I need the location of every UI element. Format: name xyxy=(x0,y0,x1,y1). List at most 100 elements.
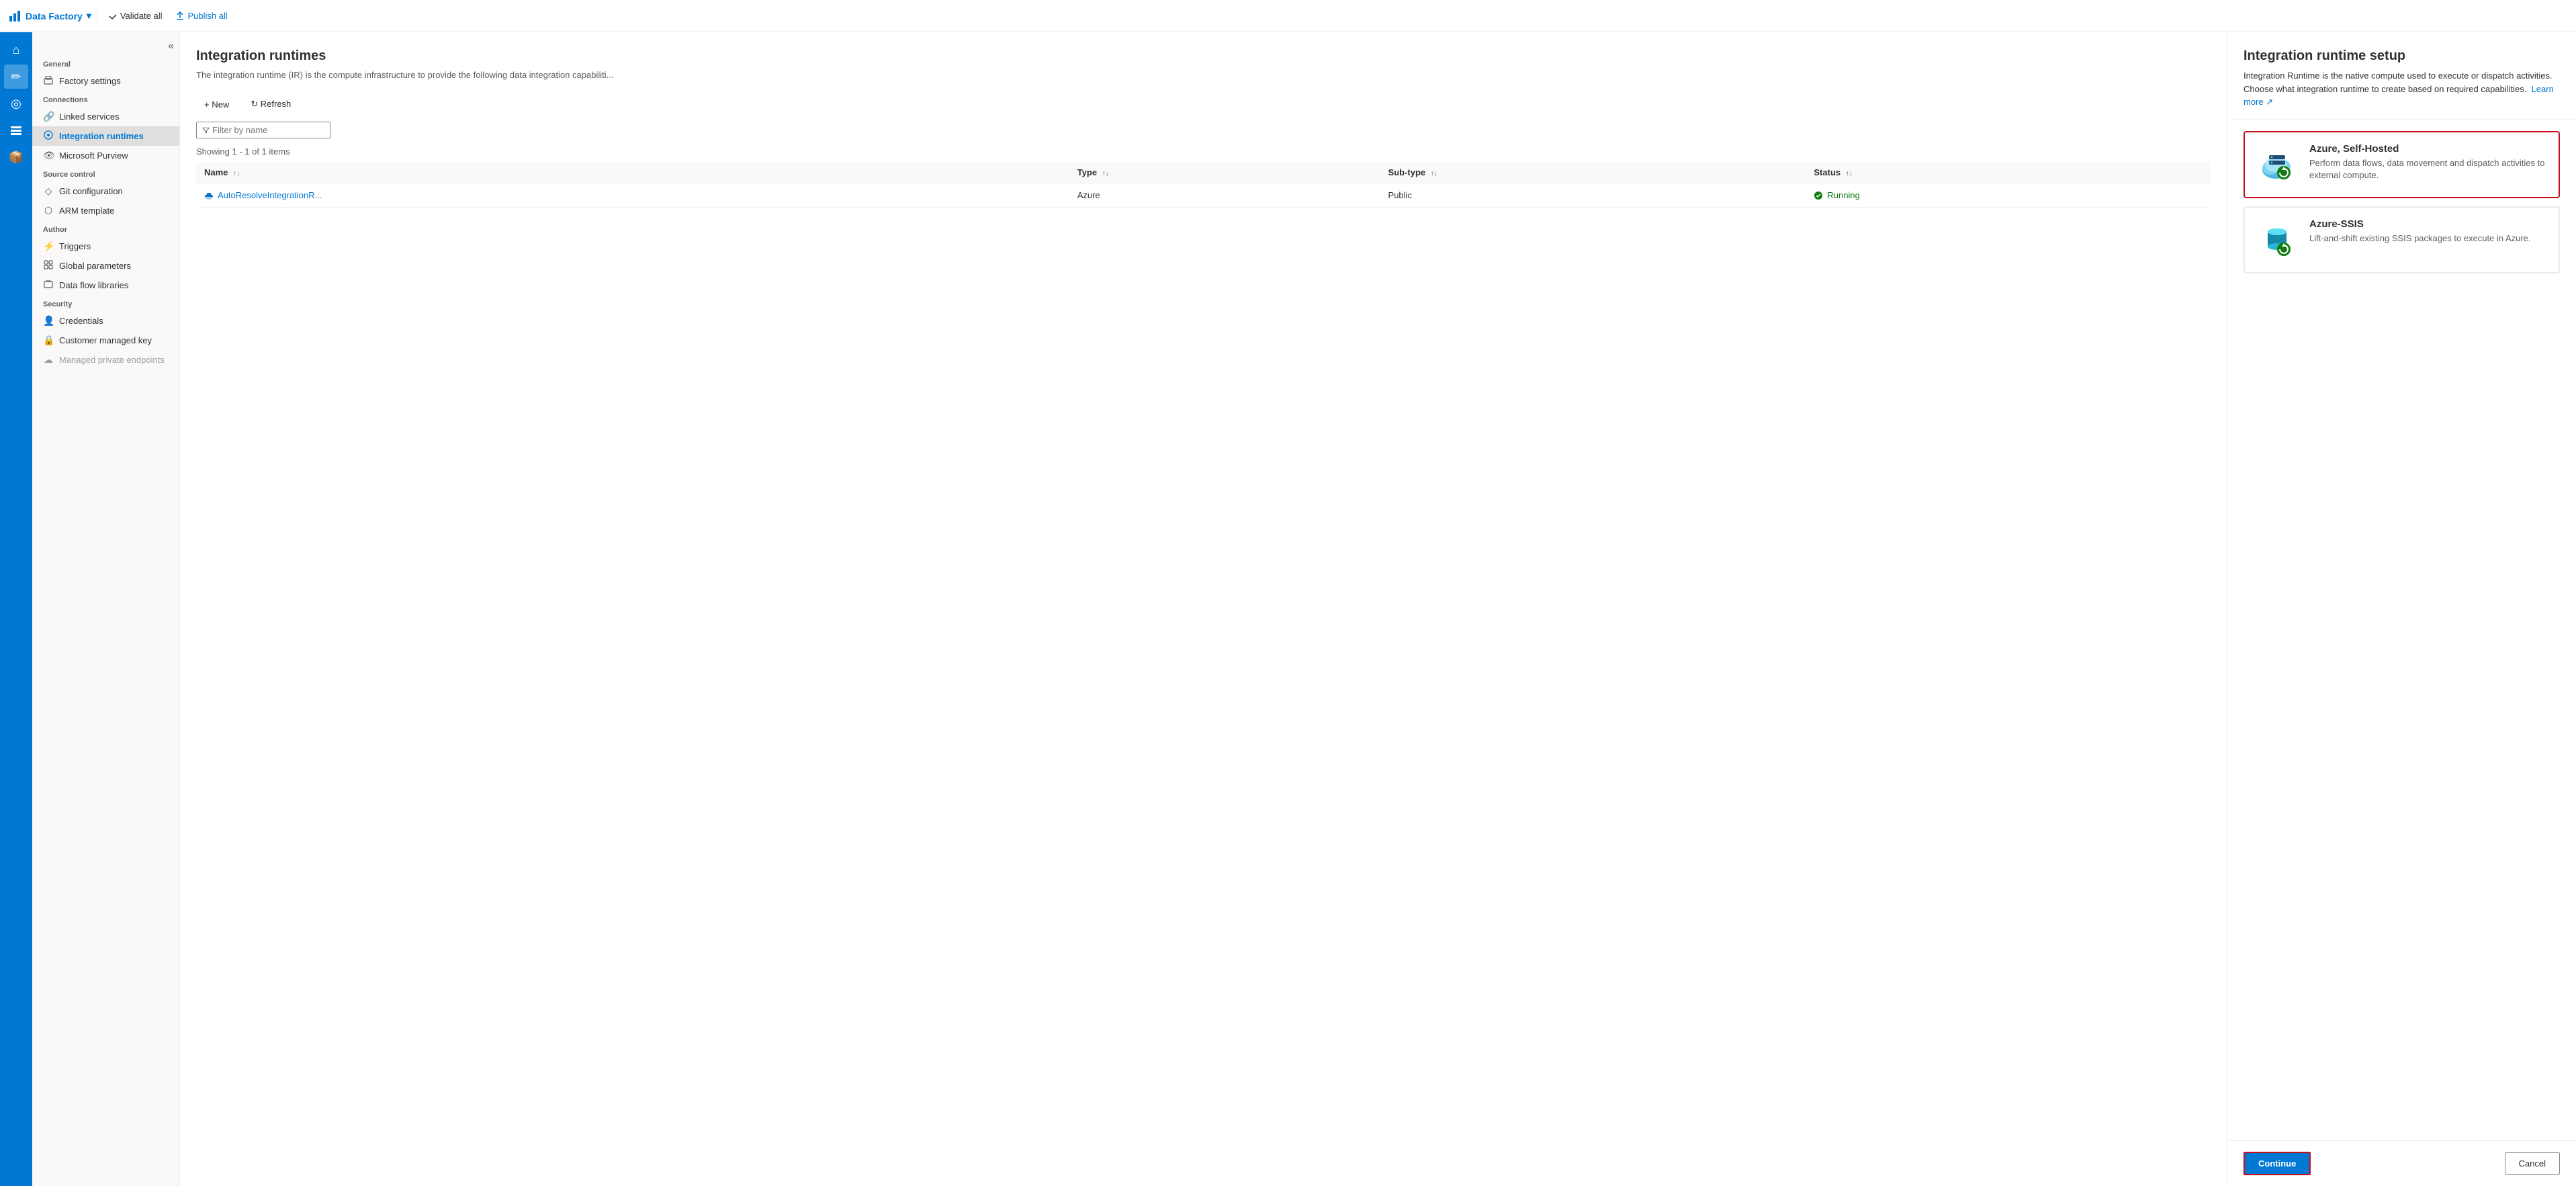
ir-option-azure-self-hosted[interactable]: Azure, Self-Hosted Perform data flows, d… xyxy=(2244,131,2560,198)
sidebar-item-triggers[interactable]: ⚡ Triggers xyxy=(32,237,179,256)
sidebar-item-managed-private-endpoints: ☁ Managed private endpoints xyxy=(32,350,179,370)
credentials-label: Credentials xyxy=(59,316,103,326)
top-bar-left: Data Factory ▾ Validate all Publish all xyxy=(8,8,233,24)
ir-name-link[interactable]: AutoResolveIntegrationR... xyxy=(204,190,1061,200)
linked-services-label: Linked services xyxy=(59,112,120,122)
validate-label: Validate all xyxy=(120,11,163,21)
filter-box[interactable] xyxy=(196,122,330,138)
sidebar-section-source-control: Source control xyxy=(32,165,179,181)
azure-ir-icon xyxy=(204,191,214,200)
publish-label: Publish all xyxy=(187,11,227,21)
brand-chevron: ▾ xyxy=(87,10,91,22)
main-layout: ⌂ ✏ ◎ 📦 « General Factory settings Conne… xyxy=(0,32,2576,1186)
right-panel-title: Integration runtime setup xyxy=(2244,48,2560,64)
rail-deploy-icon[interactable]: 📦 xyxy=(4,145,28,169)
sidebar-section-author: Author xyxy=(32,220,179,237)
global-params-svg xyxy=(44,260,53,269)
row-type-cell: Azure xyxy=(1069,183,1380,208)
customer-managed-key-icon: 🔒 xyxy=(43,335,54,346)
azure-ssis-desc: Lift-and-shift existing SSIS packages to… xyxy=(2309,232,2548,245)
col-type[interactable]: Type ↑↓ xyxy=(1069,162,1380,183)
continue-button[interactable]: Continue xyxy=(2244,1152,2311,1175)
row-subtype-cell: Public xyxy=(1380,183,1806,208)
triggers-label: Triggers xyxy=(59,241,91,251)
sidebar-item-linked-services[interactable]: 🔗 Linked services xyxy=(32,107,179,126)
customer-managed-key-label: Customer managed key xyxy=(59,335,152,345)
brand-icon xyxy=(8,9,21,23)
rail-edit-icon[interactable]: ✏ xyxy=(4,65,28,89)
azure-self-hosted-title: Azure, Self-Hosted xyxy=(2309,143,2548,155)
data-flow-libraries-icon xyxy=(43,280,54,291)
cancel-button[interactable]: Cancel xyxy=(2505,1152,2560,1175)
cancel-label: Cancel xyxy=(2519,1158,2546,1169)
panel-title: Integration runtimes xyxy=(196,48,2211,64)
filter-input[interactable] xyxy=(212,125,324,135)
triggers-icon: ⚡ xyxy=(43,241,54,252)
arm-template-icon: ⬡ xyxy=(43,205,54,216)
publish-icon xyxy=(175,11,185,21)
continue-label: Continue xyxy=(2258,1158,2296,1169)
factory-settings-label: Factory settings xyxy=(59,76,121,86)
filter-icon xyxy=(202,126,210,134)
col-subtype[interactable]: Sub-type ↑↓ xyxy=(1380,162,1806,183)
git-configuration-label: Git configuration xyxy=(59,186,123,196)
top-bar-actions: Validate all Publish all xyxy=(103,8,233,24)
icon-rail: ⌂ ✏ ◎ 📦 xyxy=(0,32,32,1186)
rail-manage-icon[interactable] xyxy=(4,118,28,142)
azure-ssis-card-content: Azure-SSIS Lift-and-shift existing SSIS … xyxy=(2309,218,2548,245)
sidebar-item-customer-managed-key[interactable]: 🔒 Customer managed key xyxy=(32,331,179,350)
azure-self-hosted-svg xyxy=(2257,144,2297,185)
azure-ssis-title: Azure-SSIS xyxy=(2309,218,2548,230)
right-panel-body: Azure, Self-Hosted Perform data flows, d… xyxy=(2227,120,2576,1141)
ir-name-text: AutoResolveIntegrationR... xyxy=(218,190,322,200)
refresh-button[interactable]: ↻ Refresh xyxy=(242,95,299,114)
integration-runtimes-label: Integration runtimes xyxy=(59,131,144,141)
azure-self-hosted-desc: Perform data flows, data movement and di… xyxy=(2309,157,2548,181)
ir-icon xyxy=(44,130,53,140)
manage-svg-icon xyxy=(9,124,23,137)
new-button[interactable]: + New xyxy=(196,95,237,114)
sidebar-item-credentials[interactable]: 👤 Credentials xyxy=(32,311,179,331)
brand-button[interactable]: Data Factory ▾ xyxy=(8,9,91,23)
integration-runtimes-icon xyxy=(43,130,54,142)
azure-self-hosted-card-icon xyxy=(2256,143,2299,186)
sidebar-section-general: General xyxy=(32,55,179,71)
credentials-icon: 👤 xyxy=(43,315,54,327)
git-config-icon: ◇ xyxy=(43,185,54,197)
col-name[interactable]: Name ↑↓ xyxy=(196,162,1069,183)
validate-icon xyxy=(108,11,118,21)
validate-all-button[interactable]: Validate all xyxy=(103,8,168,24)
publish-all-button[interactable]: Publish all xyxy=(170,8,232,24)
purview-icon: 👁 xyxy=(43,150,54,161)
ir-option-azure-ssis[interactable]: Azure-SSIS Lift-and-shift existing SSIS … xyxy=(2244,206,2560,273)
sidebar-item-data-flow-libraries[interactable]: Data flow libraries xyxy=(32,276,179,295)
right-panel-desc-text: Integration Runtime is the native comput… xyxy=(2244,71,2552,94)
data-flow-libraries-label: Data flow libraries xyxy=(59,280,128,290)
sidebar-item-git-configuration[interactable]: ◇ Git configuration xyxy=(32,181,179,201)
content-area: Integration runtimes The integration run… xyxy=(180,32,2576,1186)
linked-services-icon: 🔗 xyxy=(43,111,54,122)
azure-ssis-svg xyxy=(2257,220,2297,260)
sidebar-item-microsoft-purview[interactable]: 👁 Microsoft Purview xyxy=(32,146,179,165)
rail-home-icon[interactable]: ⌂ xyxy=(4,38,28,62)
status-text: Running xyxy=(1827,190,1859,200)
factory-settings-svg xyxy=(44,75,53,85)
right-panel: Integration runtime setup Integration Ru… xyxy=(2227,32,2576,1186)
sidebar-item-global-parameters[interactable]: Global parameters xyxy=(32,256,179,276)
rail-monitor-icon[interactable]: ◎ xyxy=(4,91,28,116)
sidebar-item-arm-template[interactable]: ⬡ ARM template xyxy=(32,201,179,220)
collapse-button[interactable]: « xyxy=(32,38,179,55)
sidebar: « General Factory settings Connections 🔗… xyxy=(32,32,180,1186)
arm-template-label: ARM template xyxy=(59,206,114,216)
sidebar-item-integration-runtimes[interactable]: Integration runtimes xyxy=(32,126,179,146)
main-panel: Integration runtimes The integration run… xyxy=(180,32,2227,1186)
azure-self-hosted-card-content: Azure, Self-Hosted Perform data flows, d… xyxy=(2309,143,2548,181)
sidebar-item-factory-settings[interactable]: Factory settings xyxy=(32,71,179,91)
toolbar: + New ↻ Refresh xyxy=(196,95,2211,114)
sidebar-section-connections: Connections xyxy=(32,91,179,107)
factory-settings-icon xyxy=(43,75,54,87)
sidebar-section-security: Security xyxy=(32,295,179,311)
right-panel-footer: Continue Cancel xyxy=(2227,1140,2576,1186)
status-indicator: Running xyxy=(1814,190,2203,200)
col-status[interactable]: Status ↑↓ xyxy=(1806,162,2211,183)
